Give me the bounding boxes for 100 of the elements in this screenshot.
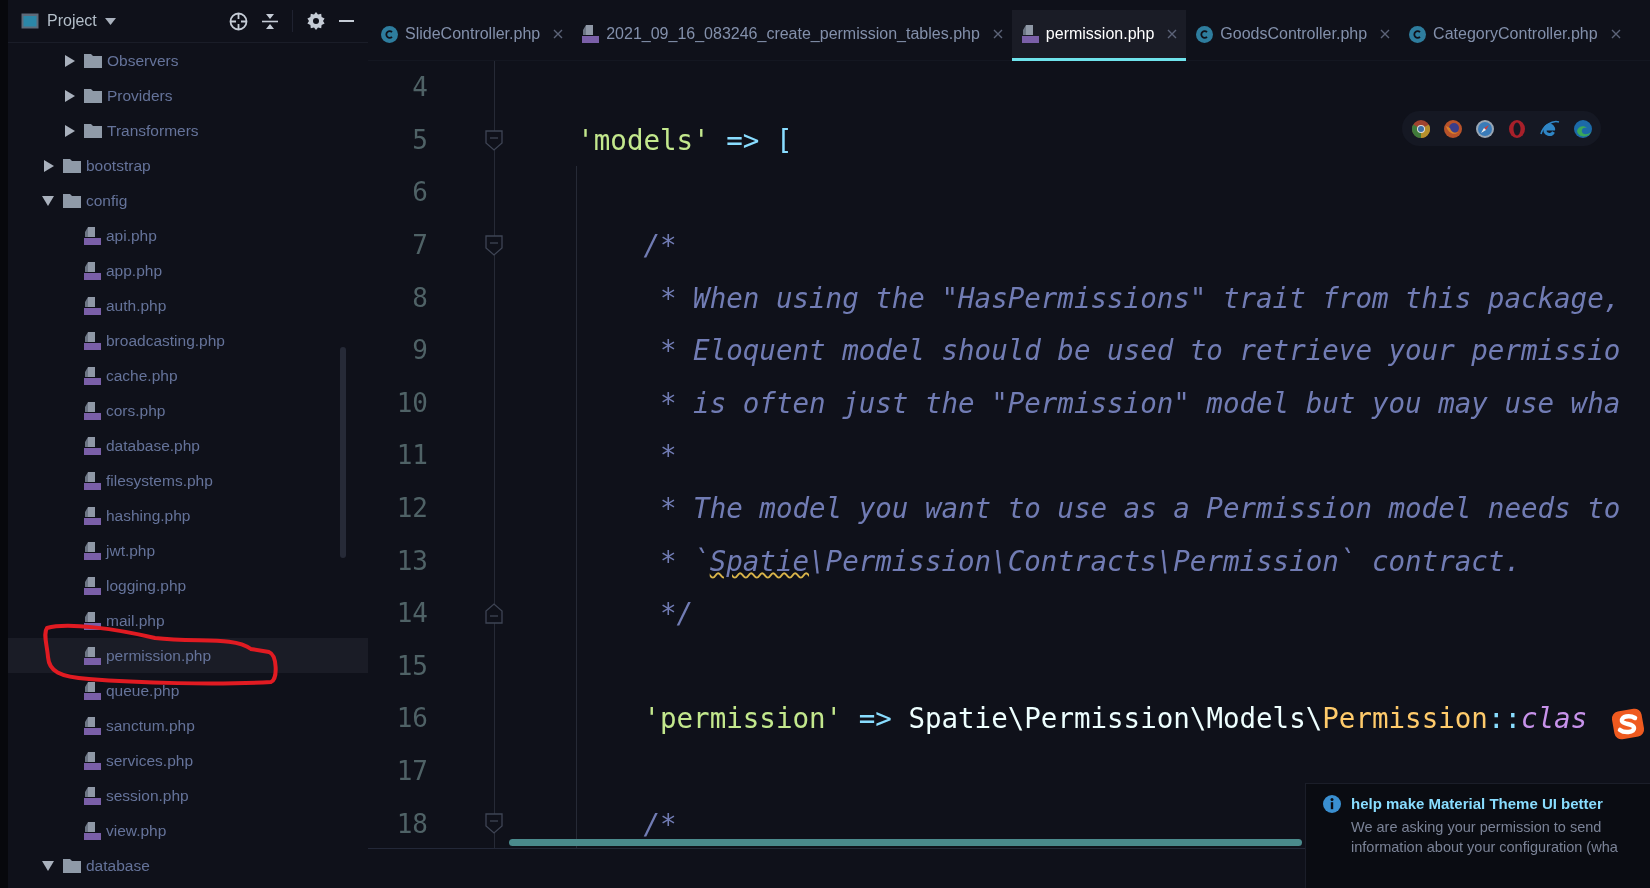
folder-icon — [84, 123, 102, 138]
code-line: * When using the "HasPermissions" trait from this package, — [659, 281, 1621, 314]
fold-marker-icon[interactable] — [485, 234, 503, 256]
close-icon[interactable] — [1380, 29, 1391, 39]
collapsed-arrow-icon[interactable] — [63, 54, 75, 67]
browser-icon[interactable] — [1444, 119, 1462, 138]
line-number: 6 — [411, 177, 428, 208]
line-number: 16 — [395, 703, 428, 734]
notification-title: help make Material Theme UI better — [1351, 794, 1604, 814]
class-file-icon — [1196, 25, 1214, 43]
collapsed-arrow-icon[interactable] — [63, 124, 75, 137]
close-icon[interactable] — [553, 29, 564, 39]
line-number: 5 — [411, 124, 428, 155]
code-line: * Eloquent model should be used to retrieve your permissio — [659, 334, 1621, 367]
tree-item[interactable]: queue.php — [8, 673, 368, 708]
expanded-arrow-icon[interactable] — [42, 194, 54, 207]
fold-marker-icon[interactable] — [485, 813, 503, 835]
tree-item[interactable]: filesystems.php — [8, 463, 368, 498]
code-line: * — [659, 439, 677, 472]
php-file-icon — [84, 471, 101, 490]
php-file-icon — [84, 261, 101, 280]
class-file-icon — [381, 25, 398, 43]
line-number: 15 — [395, 650, 428, 681]
tree-item[interactable]: hashing.php — [8, 498, 368, 533]
php-file-icon — [84, 331, 101, 350]
code-line: 'permission' => Spatie\Permission\Models\Permission::clas — [642, 702, 1588, 735]
settings-icon[interactable] — [307, 12, 325, 30]
code-line: /* — [642, 229, 677, 262]
php-file-icon — [84, 226, 101, 245]
line-number: 7 — [411, 230, 428, 261]
tree-item[interactable]: services.php — [8, 743, 368, 778]
tree-item[interactable]: Transformers — [8, 113, 368, 148]
browser-icon[interactable] — [1574, 119, 1592, 138]
panel-title[interactable]: Project — [47, 12, 97, 30]
input-method-icon[interactable] — [1610, 707, 1646, 741]
tree-item[interactable]: Providers — [8, 78, 368, 113]
line-number: 13 — [395, 545, 428, 576]
editor-tab[interactable]: permission.php — [1011, 10, 1187, 61]
editor-tab[interactable]: 2021_09_16_083246_create_permission_tables.php — [572, 10, 1012, 61]
php-file-icon — [84, 541, 101, 560]
editor-tab[interactable]: SlideController.php — [371, 10, 573, 61]
php-file-icon — [84, 821, 101, 840]
caret-icon[interactable] — [104, 17, 116, 25]
tree-item[interactable]: app.php — [8, 253, 368, 288]
close-icon[interactable] — [1167, 29, 1178, 39]
folder-icon — [84, 53, 102, 68]
tree-item[interactable]: auth.php — [8, 288, 368, 323]
php-file-icon — [84, 296, 101, 315]
tree-item[interactable]: sanctum.php — [8, 708, 368, 743]
line-number: 9 — [411, 335, 428, 366]
php-file-icon — [84, 401, 101, 420]
php-file-icon — [84, 366, 101, 385]
fold-marker-icon[interactable] — [485, 602, 503, 624]
tree-item[interactable]: broadcasting.php — [8, 323, 368, 358]
php-file-icon — [84, 506, 101, 525]
tree-item[interactable]: bootstrap — [8, 148, 368, 183]
folder-icon — [63, 158, 81, 173]
code-line: * `Spatie\Permission\Contracts\Permission` contract. — [659, 544, 1521, 577]
code-line: /* — [642, 807, 677, 840]
code-line: * is often just the "Permission" model but you may use wha — [659, 386, 1621, 419]
tree-item[interactable]: cache.php — [8, 358, 368, 393]
editor-tab[interactable]: CategoryController.php — [1399, 10, 1630, 61]
tree-item[interactable]: logging.php — [8, 568, 368, 603]
php-file-icon — [84, 611, 101, 630]
scrollbar-thumb[interactable] — [340, 347, 346, 558]
tree-item[interactable]: session.php — [8, 778, 368, 813]
locate-icon[interactable] — [229, 11, 248, 31]
tree-item[interactable]: jwt.php — [8, 533, 368, 568]
tree-item[interactable]: permission.php — [8, 638, 368, 673]
expanded-arrow-icon[interactable] — [42, 859, 54, 872]
tree-item[interactable]: Observers — [8, 43, 368, 78]
php-file-icon — [84, 436, 101, 455]
tree-item[interactable]: config — [8, 183, 368, 218]
browser-icon[interactable] — [1412, 119, 1430, 138]
tree-item[interactable]: api.php — [8, 218, 368, 253]
tree-item[interactable]: database — [8, 848, 368, 883]
editor-tab[interactable]: GoodsController.php — [1186, 10, 1400, 61]
php-file-icon — [84, 751, 101, 770]
browser-icon[interactable] — [1476, 119, 1494, 138]
folder-icon — [84, 88, 102, 103]
collapse-icon[interactable] — [262, 11, 278, 31]
tree-item[interactable]: database.php — [8, 428, 368, 463]
line-number: 10 — [395, 387, 428, 418]
fold-marker-icon[interactable] — [485, 129, 503, 151]
collapsed-arrow-icon[interactable] — [63, 89, 75, 102]
scrollbar-thumb[interactable] — [509, 839, 1302, 846]
close-icon[interactable] — [1610, 29, 1621, 39]
line-number: 11 — [395, 440, 428, 471]
php-file-icon — [1021, 25, 1039, 43]
php-file-icon — [84, 786, 101, 805]
tree-item[interactable]: mail.php — [8, 603, 368, 638]
line-number: 4 — [411, 72, 428, 103]
line-number: 12 — [395, 493, 428, 524]
php-file-icon — [84, 681, 101, 700]
tree-item[interactable]: view.php — [8, 813, 368, 848]
tree-item[interactable]: cors.php — [8, 393, 368, 428]
collapsed-arrow-icon[interactable] — [42, 159, 54, 172]
line-number: 17 — [395, 756, 428, 786]
close-icon[interactable] — [992, 29, 1003, 39]
info-icon — [1323, 795, 1341, 813]
